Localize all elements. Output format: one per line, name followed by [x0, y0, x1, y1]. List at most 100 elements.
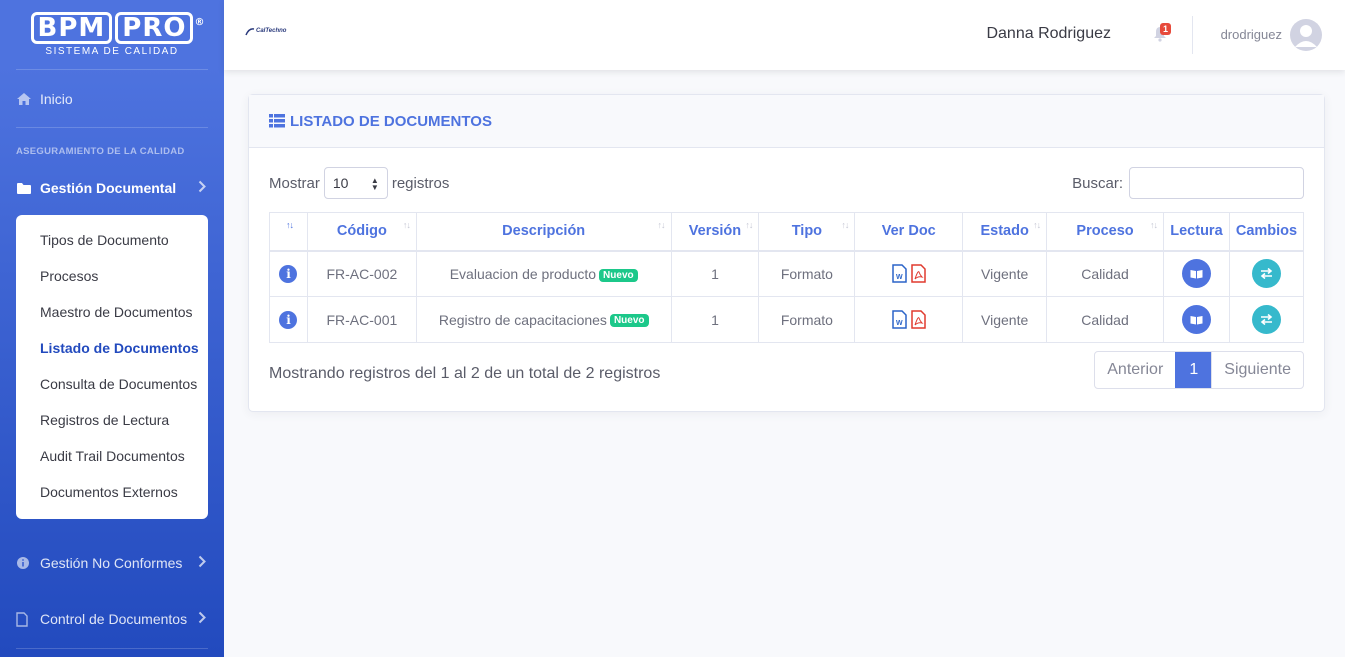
pagination-page-1[interactable]: 1	[1175, 352, 1212, 388]
changes-button[interactable]	[1251, 305, 1281, 334]
row-info-cell: i	[269, 296, 308, 343]
topbar: CalTechno Danna Rodriguez 1 drodriguez	[224, 0, 1345, 70]
chevron-right-icon	[198, 180, 206, 196]
submenu-item-consulta-documentos[interactable]: Consulta de Documentos	[16, 366, 208, 402]
info-icon[interactable]: i	[279, 264, 298, 283]
submenu-item-audit-trail[interactable]: Audit Trail Documentos	[16, 438, 208, 474]
column-header-ver-doc: Ver Doc	[854, 212, 964, 252]
read-button[interactable]	[1181, 305, 1211, 334]
table-row: i FR-AC-002 Evaluacion de producto Nuevo …	[269, 250, 1305, 297]
row-cambios-cell	[1228, 250, 1305, 297]
select-arrows-icon: ▲ ▼	[370, 176, 379, 192]
chevron-right-icon	[198, 611, 206, 627]
pagination-next-button[interactable]: Siguiente	[1211, 352, 1303, 388]
column-header-estado[interactable]: Estado ↑↓	[962, 212, 1048, 252]
submenu-item-maestro-documentos[interactable]: Maestro de Documentos	[16, 294, 208, 330]
page-size-select[interactable]: 10 ▲ ▼	[323, 167, 388, 199]
row-lectura-cell	[1162, 296, 1230, 343]
sort-icon: ↑↓	[1033, 220, 1041, 230]
avatar[interactable]	[1290, 19, 1322, 51]
documents-table: ↑↓ Código ↑↓ Descripción ↑↓ Versión ↑↓ Tipo…	[269, 212, 1305, 343]
svg-text:W: W	[896, 274, 903, 281]
submenu-item-listado-documentos[interactable]: Listado de Documentos	[16, 330, 208, 366]
sort-icon: ↑↓	[657, 220, 666, 230]
records-label: registros	[391, 174, 450, 192]
new-badge: Nuevo	[609, 314, 649, 328]
row-lectura-cell	[1162, 250, 1230, 297]
column-header-version[interactable]: Versión ↑↓	[670, 212, 760, 252]
brand-logo[interactable]: BPM PRO ® SISTEMA DE CALIDAD	[16, 0, 208, 70]
table-footer-info: Mostrando registros del 1 al 2 de un tot…	[269, 365, 661, 382]
sidebar-item-control-documentos[interactable]: Control de Documentos	[0, 591, 224, 647]
exchange-icon	[1260, 268, 1273, 280]
row-process: Calidad	[1046, 250, 1164, 297]
sidebar-item-label: Control de Documentos	[40, 611, 188, 627]
row-code: FR-AC-001	[306, 296, 417, 343]
topbar-divider	[1192, 16, 1193, 54]
sidebar-section-heading: ASEGURAMIENTO DE LA CALIDAD	[16, 146, 185, 157]
row-view-docs: W	[854, 250, 964, 297]
table-list-icon	[269, 114, 285, 128]
exchange-icon	[1260, 314, 1273, 325]
row-version: 1	[670, 250, 760, 297]
row-info-cell: i	[269, 250, 308, 297]
submenu-item-tipos-documento[interactable]: Tipos de Documento	[16, 222, 208, 258]
column-header-info[interactable]: ↑↓	[269, 212, 308, 252]
sidebar: BPM PRO ® SISTEMA DE CALIDAD Inicio ASEGUR…	[0, 0, 224, 657]
row-type: Formato	[758, 250, 856, 297]
row-status: Vigente	[962, 296, 1048, 343]
svg-text:W: W	[896, 320, 903, 327]
column-header-tipo[interactable]: Tipo ↑↓	[758, 212, 856, 252]
column-header-lectura: Lectura	[1162, 212, 1230, 252]
search-input[interactable]	[1129, 167, 1304, 199]
sort-icon: ↑↓	[745, 220, 753, 230]
username-label[interactable]: drodriguez	[1221, 27, 1282, 42]
submenu-item-documentos-externos[interactable]: Documentos Externos	[16, 474, 208, 510]
info-circle-icon	[16, 556, 34, 570]
submenu-item-registros-lectura[interactable]: Registros de Lectura	[16, 402, 208, 438]
home-icon	[16, 92, 34, 106]
table-controls: Mostrar 10 ▲ ▼ registros Buscar:	[269, 167, 1304, 199]
brand-name: BPM PRO ®	[30, 12, 204, 44]
sort-icon: ↑↓	[286, 220, 294, 230]
sidebar-item-label: Gestión Documental	[40, 180, 177, 196]
changes-button[interactable]	[1251, 259, 1281, 289]
sort-icon: ↑↓	[402, 220, 411, 230]
row-status: Vigente	[962, 250, 1048, 297]
sidebar-item-gestion-no-conformes[interactable]: Gestión No Conformes	[0, 535, 224, 591]
pagination-prev-button[interactable]: Anterior	[1095, 352, 1175, 388]
documents-card: LISTADO DE DOCUMENTOS Mostrar 10 ▲ ▼ regi…	[248, 94, 1325, 412]
column-header-codigo[interactable]: Código ↑↓	[306, 212, 417, 252]
sidebar-divider	[16, 648, 208, 649]
open-book-icon	[1190, 315, 1203, 324]
folder-icon	[16, 182, 34, 195]
sidebar-item-label: Inicio	[40, 90, 73, 107]
read-button[interactable]	[1181, 259, 1211, 289]
notification-badge: 1	[1159, 23, 1171, 35]
brand-tagline: SISTEMA DE CALIDAD	[45, 46, 179, 57]
open-book-icon	[1190, 269, 1203, 279]
table-header-row: ↑↓ Código ↑↓ Descripción ↑↓ Versión ↑↓ Tipo…	[269, 212, 1305, 252]
card-title: LISTADO DE DOCUMENTOS	[290, 112, 492, 130]
row-cambios-cell	[1228, 296, 1305, 343]
row-code: FR-AC-002	[306, 250, 417, 297]
pdf-file-icon[interactable]	[910, 264, 926, 283]
sidebar-item-inicio[interactable]: Inicio	[0, 70, 224, 127]
word-file-icon[interactable]: W	[892, 264, 907, 283]
submenu-item-procesos[interactable]: Procesos	[16, 258, 208, 294]
info-icon[interactable]: i	[279, 310, 298, 329]
search-label: Buscar:	[1072, 174, 1123, 192]
table-row: i FR-AC-001 Registro de capacitaciones Nu…	[269, 296, 1305, 343]
sort-icon: ↑↓	[1149, 220, 1158, 230]
sidebar-item-gestion-documental[interactable]: Gestión Documental	[0, 165, 224, 211]
row-description: Registro de capacitaciones Nuevo	[415, 296, 672, 343]
row-type: Formato	[758, 296, 856, 343]
show-label: Mostrar	[269, 174, 320, 192]
column-header-descripcion[interactable]: Descripción ↑↓	[415, 212, 672, 252]
pagination: Anterior 1 Siguiente	[1094, 351, 1304, 389]
user-full-name[interactable]: Danna Rodriguez	[986, 25, 1111, 43]
column-header-proceso[interactable]: Proceso ↑↓	[1046, 212, 1164, 252]
pdf-file-icon[interactable]	[910, 310, 926, 329]
word-file-icon[interactable]: W	[892, 310, 907, 329]
card-header: LISTADO DE DOCUMENTOS	[249, 95, 1324, 148]
